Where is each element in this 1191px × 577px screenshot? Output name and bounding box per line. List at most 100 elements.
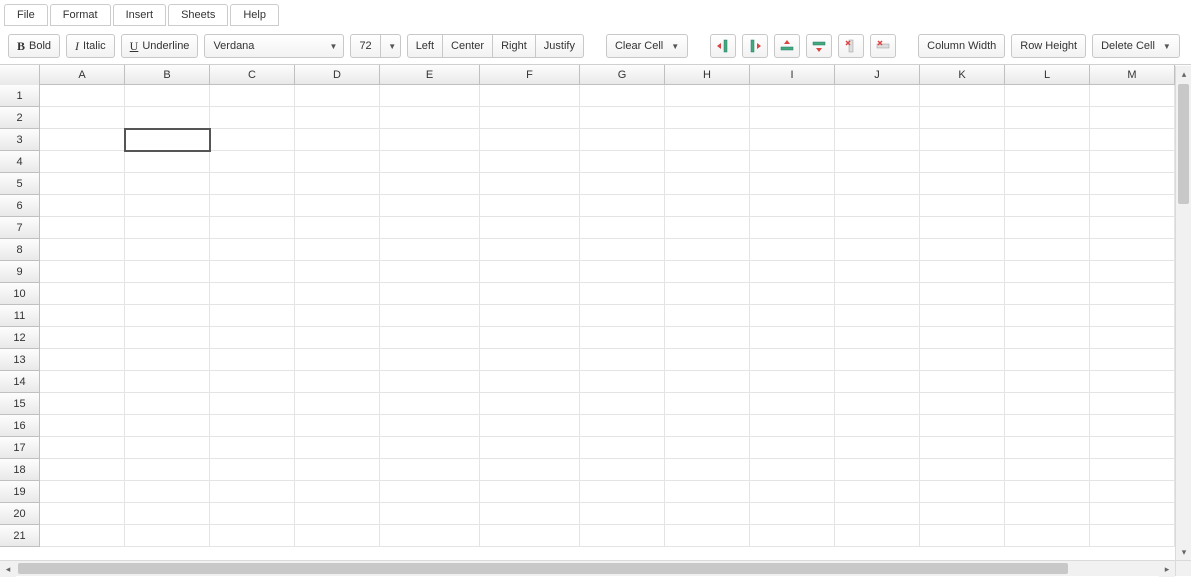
cell-E4[interactable] <box>380 151 480 173</box>
cell-D16[interactable] <box>295 415 380 437</box>
cell-G12[interactable] <box>580 327 665 349</box>
cell-F17[interactable] <box>480 437 580 459</box>
cell-F18[interactable] <box>480 459 580 481</box>
cell-F9[interactable] <box>480 261 580 283</box>
cell-M1[interactable] <box>1090 85 1175 107</box>
column-header-B[interactable]: B <box>125 65 210 85</box>
cell-K16[interactable] <box>920 415 1005 437</box>
cell-K13[interactable] <box>920 349 1005 371</box>
cell-E12[interactable] <box>380 327 480 349</box>
cell-E21[interactable] <box>380 525 480 547</box>
cell-H21[interactable] <box>665 525 750 547</box>
cell-L11[interactable] <box>1005 305 1090 327</box>
column-header-K[interactable]: K <box>920 65 1005 85</box>
row-header-3[interactable]: 3 <box>0 129 40 151</box>
cell-C16[interactable] <box>210 415 295 437</box>
row-header-15[interactable]: 15 <box>0 393 40 415</box>
cell-J6[interactable] <box>835 195 920 217</box>
cell-A8[interactable] <box>40 239 125 261</box>
cell-J5[interactable] <box>835 173 920 195</box>
cell-J7[interactable] <box>835 217 920 239</box>
column-header-A[interactable]: A <box>40 65 125 85</box>
row-header-10[interactable]: 10 <box>0 283 40 305</box>
cell-C21[interactable] <box>210 525 295 547</box>
cell-D19[interactable] <box>295 481 380 503</box>
cell-D12[interactable] <box>295 327 380 349</box>
cell-I6[interactable] <box>750 195 835 217</box>
cell-J2[interactable] <box>835 107 920 129</box>
cell-L15[interactable] <box>1005 393 1090 415</box>
cell-C19[interactable] <box>210 481 295 503</box>
cell-M17[interactable] <box>1090 437 1175 459</box>
cell-L9[interactable] <box>1005 261 1090 283</box>
cell-B11[interactable] <box>125 305 210 327</box>
menu-insert[interactable]: Insert <box>113 4 167 26</box>
align-right-button[interactable]: Right <box>492 34 536 58</box>
cell-G18[interactable] <box>580 459 665 481</box>
cell-H3[interactable] <box>665 129 750 151</box>
cell-B16[interactable] <box>125 415 210 437</box>
cell-I12[interactable] <box>750 327 835 349</box>
column-header-F[interactable]: F <box>480 65 580 85</box>
cell-D7[interactable] <box>295 217 380 239</box>
row-header-19[interactable]: 19 <box>0 481 40 503</box>
cell-C7[interactable] <box>210 217 295 239</box>
cell-B13[interactable] <box>125 349 210 371</box>
cell-M3[interactable] <box>1090 129 1175 151</box>
cell-A10[interactable] <box>40 283 125 305</box>
cell-I15[interactable] <box>750 393 835 415</box>
cell-L16[interactable] <box>1005 415 1090 437</box>
row-header-11[interactable]: 11 <box>0 305 40 327</box>
cell-C13[interactable] <box>210 349 295 371</box>
cell-H20[interactable] <box>665 503 750 525</box>
select-all-corner[interactable] <box>0 65 40 85</box>
column-header-M[interactable]: M <box>1090 65 1175 85</box>
cell-K5[interactable] <box>920 173 1005 195</box>
cell-H13[interactable] <box>665 349 750 371</box>
align-left-button[interactable]: Left <box>407 34 443 58</box>
cell-E17[interactable] <box>380 437 480 459</box>
cell-G4[interactable] <box>580 151 665 173</box>
cell-E13[interactable] <box>380 349 480 371</box>
cell-H2[interactable] <box>665 107 750 129</box>
cell-H14[interactable] <box>665 371 750 393</box>
cell-K20[interactable] <box>920 503 1005 525</box>
cell-I7[interactable] <box>750 217 835 239</box>
cell-C10[interactable] <box>210 283 295 305</box>
cell-I21[interactable] <box>750 525 835 547</box>
align-justify-button[interactable]: Justify <box>535 34 584 58</box>
cell-D14[interactable] <box>295 371 380 393</box>
cell-L18[interactable] <box>1005 459 1090 481</box>
row-header-8[interactable]: 8 <box>0 239 40 261</box>
cell-H11[interactable] <box>665 305 750 327</box>
cell-I4[interactable] <box>750 151 835 173</box>
cell-C2[interactable] <box>210 107 295 129</box>
column-header-C[interactable]: C <box>210 65 295 85</box>
cell-G20[interactable] <box>580 503 665 525</box>
cell-K19[interactable] <box>920 481 1005 503</box>
cell-I1[interactable] <box>750 85 835 107</box>
cell-A13[interactable] <box>40 349 125 371</box>
cell-C20[interactable] <box>210 503 295 525</box>
cell-H6[interactable] <box>665 195 750 217</box>
cell-B9[interactable] <box>125 261 210 283</box>
cell-B15[interactable] <box>125 393 210 415</box>
cell-L3[interactable] <box>1005 129 1090 151</box>
cell-D11[interactable] <box>295 305 380 327</box>
cell-E14[interactable] <box>380 371 480 393</box>
cell-A5[interactable] <box>40 173 125 195</box>
cell-H15[interactable] <box>665 393 750 415</box>
cell-G1[interactable] <box>580 85 665 107</box>
row-header-17[interactable]: 17 <box>0 437 40 459</box>
cell-H5[interactable] <box>665 173 750 195</box>
cell-L21[interactable] <box>1005 525 1090 547</box>
insert-row-below-button[interactable] <box>806 34 832 58</box>
cell-L1[interactable] <box>1005 85 1090 107</box>
cell-B12[interactable] <box>125 327 210 349</box>
cell-J17[interactable] <box>835 437 920 459</box>
cell-A16[interactable] <box>40 415 125 437</box>
cell-J13[interactable] <box>835 349 920 371</box>
cell-J4[interactable] <box>835 151 920 173</box>
cell-F8[interactable] <box>480 239 580 261</box>
cell-J14[interactable] <box>835 371 920 393</box>
